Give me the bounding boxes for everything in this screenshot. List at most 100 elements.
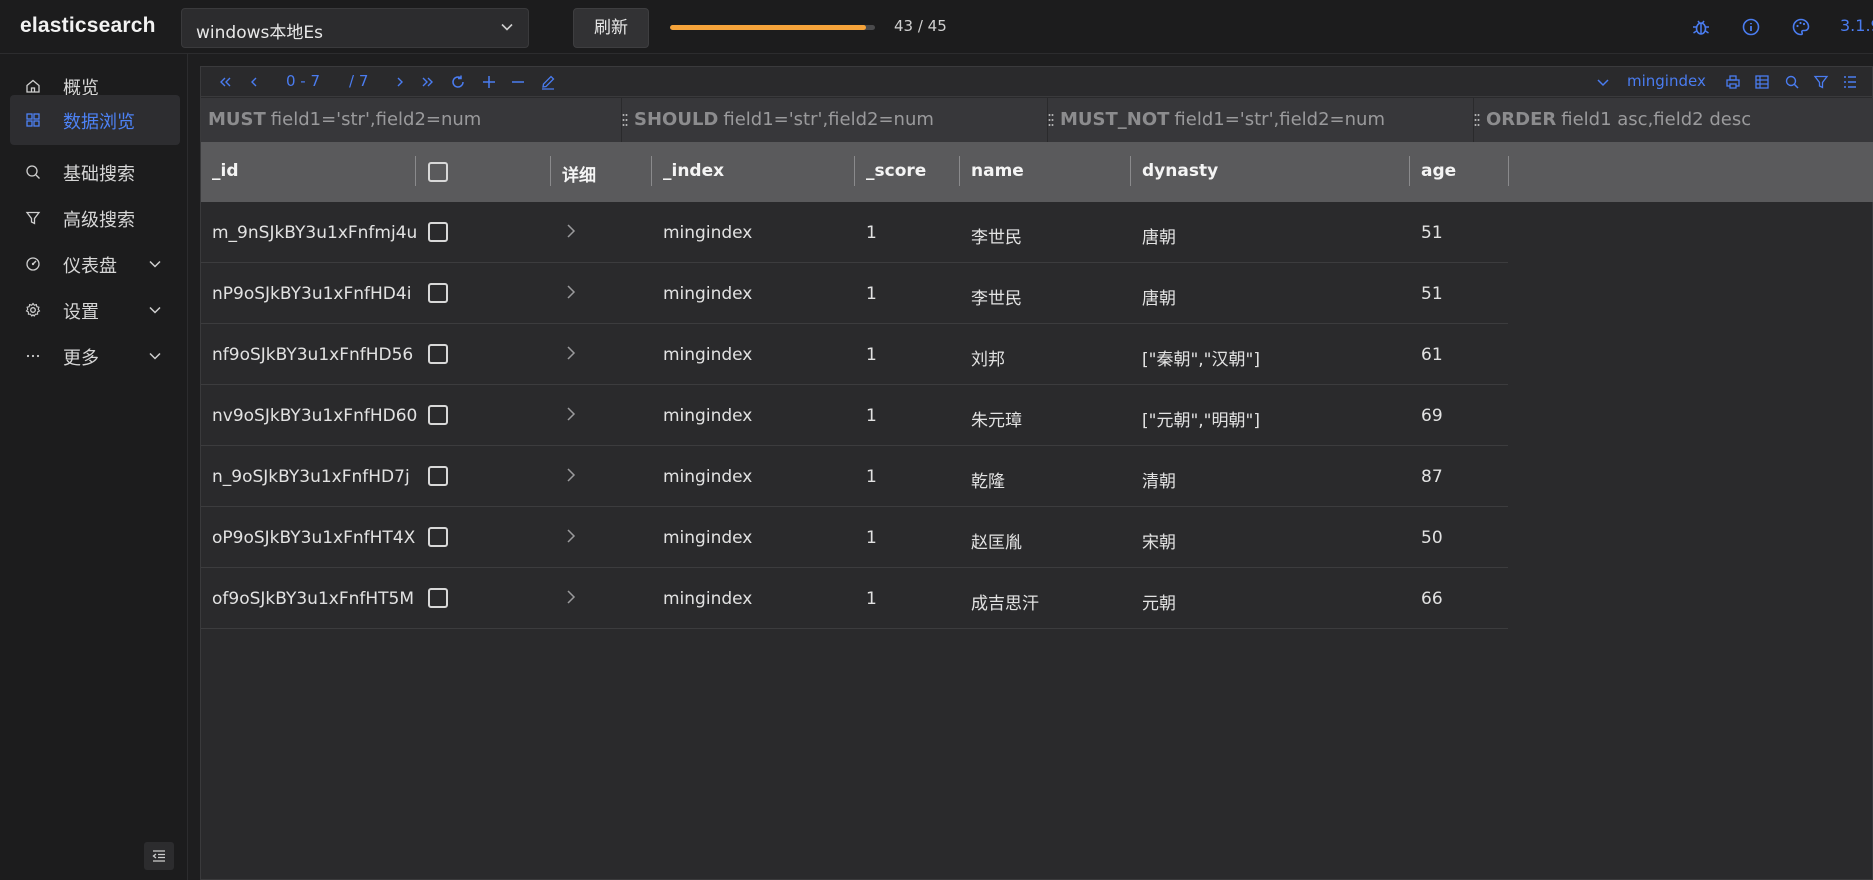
cell-name: 成吉思汗 <box>971 594 1039 614</box>
cell-select <box>416 385 551 445</box>
cell-detail[interactable] <box>551 324 652 384</box>
next-page-icon[interactable] <box>393 73 407 91</box>
chevron-right-icon[interactable] <box>564 589 578 605</box>
chevron-right-icon[interactable] <box>564 467 578 483</box>
column-header-age[interactable]: age <box>1410 142 1509 202</box>
chevron-down-icon <box>149 306 161 314</box>
table-row[interactable]: nf9oSJkBY3u1xFnfHD56 mingindex 1 刘邦 ["秦朝","汉… <box>201 324 1508 385</box>
column-header-index[interactable]: _index <box>652 142 855 202</box>
chevron-right-icon[interactable] <box>564 223 578 239</box>
edit-icon[interactable] <box>540 73 556 91</box>
cell-select <box>416 568 551 628</box>
chevron-down-icon[interactable] <box>1596 73 1610 91</box>
drag-handle-icon[interactable] <box>1474 113 1480 127</box>
order-keyword: ORDER <box>1486 109 1557 130</box>
search-icon[interactable] <box>1784 73 1800 91</box>
table-row[interactable]: n_9oSJkBY3u1xFnfHD7j mingindex 1 乾隆 清朝 87 <box>201 446 1508 507</box>
cell-detail[interactable] <box>551 568 652 628</box>
info-icon[interactable] <box>1740 16 1762 38</box>
remove-icon[interactable] <box>510 73 526 91</box>
drag-handle-icon[interactable] <box>622 113 628 127</box>
sidebar-item-more[interactable]: 更多 <box>10 331 180 381</box>
collapse-sidebar-button[interactable] <box>144 842 174 870</box>
sidebar-item-label: 设置 <box>63 302 99 323</box>
bug-icon[interactable] <box>1690 16 1712 38</box>
row-checkbox[interactable] <box>428 527 448 547</box>
page-total: / 7 <box>349 72 369 90</box>
last-page-icon[interactable] <box>420 73 436 91</box>
cell-detail[interactable] <box>551 202 652 262</box>
order-filter-input[interactable]: ORDER field1 asc,field2 desc <box>1474 98 1873 142</box>
column-header-label: name <box>971 161 1024 181</box>
cell-select <box>416 202 551 262</box>
cell-id: oP9oSJkBY3u1xFnfHT4X <box>212 528 416 548</box>
page-range[interactable]: 0 - 7 <box>286 72 320 90</box>
row-checkbox[interactable] <box>428 466 448 486</box>
drag-handle-icon[interactable] <box>1048 113 1054 127</box>
sidebar-item-dashboard[interactable]: 仪表盘 <box>10 239 180 289</box>
column-header-detail[interactable]: 详细 <box>551 142 652 202</box>
cell-detail[interactable] <box>551 263 652 323</box>
column-header-dynasty[interactable]: dynasty <box>1131 142 1410 202</box>
table-row[interactable]: of9oSJkBY3u1xFnfHT5M mingindex 1 成吉思汗 元朝 66 <box>201 568 1508 629</box>
cell-dynasty: 元朝 <box>1142 594 1176 614</box>
sidebar-item-advanced-search[interactable]: 高级搜索 <box>10 193 180 243</box>
table-row[interactable]: nP9oSJkBY3u1xFnfHD4i mingindex 1 李世民 唐朝 51 <box>201 263 1508 324</box>
column-header-name[interactable]: name <box>960 142 1131 202</box>
chevron-down-icon <box>149 352 161 360</box>
order-placeholder: field1 asc,field2 desc <box>1561 109 1752 130</box>
first-page-icon[interactable] <box>217 73 233 91</box>
column-header-select-all[interactable] <box>416 142 551 202</box>
version-label[interactable]: 3.1.9 <box>1840 16 1873 35</box>
row-checkbox[interactable] <box>428 283 448 303</box>
cell-age: 61 <box>1421 345 1443 365</box>
row-checkbox[interactable] <box>428 588 448 608</box>
table-header: _id 详细 _index _score name dynasty age <box>201 142 1873 202</box>
sidebar-item-basic-search[interactable]: 基础搜索 <box>10 147 180 197</box>
cell-score: 1 <box>866 284 877 304</box>
row-checkbox[interactable] <box>428 405 448 425</box>
print-icon[interactable] <box>1725 73 1741 91</box>
sidebar-item-settings[interactable]: 设置 <box>10 285 180 335</box>
sidebar-item-data-browse[interactable]: 数据浏览 <box>10 95 180 145</box>
table-row[interactable]: oP9oSJkBY3u1xFnfHT4X mingindex 1 赵匡胤 宋朝 50 <box>201 507 1508 568</box>
chevron-right-icon[interactable] <box>564 345 578 361</box>
cell-score: 1 <box>866 467 877 487</box>
sidebar-item-label: 基础搜索 <box>63 164 135 185</box>
column-header-label: age <box>1421 161 1457 181</box>
progress-bar <box>670 25 875 30</box>
must-not-filter-input[interactable]: MUST_NOT field1='str',field2=num <box>1048 98 1473 142</box>
index-select[interactable]: mingindex <box>1627 72 1706 90</box>
chevron-right-icon[interactable] <box>564 406 578 422</box>
palette-icon[interactable] <box>1790 16 1812 38</box>
row-checkbox[interactable] <box>428 222 448 242</box>
column-header-id[interactable]: _id <box>201 142 416 202</box>
chevron-right-icon[interactable] <box>564 284 578 300</box>
table-icon[interactable] <box>1754 73 1770 91</box>
row-checkbox[interactable] <box>428 344 448 364</box>
cell-detail[interactable] <box>551 385 652 445</box>
table-row[interactable]: m_9nSJkBY3u1xFnfmj4u mingindex 1 李世民 唐朝 51 <box>201 202 1508 263</box>
cell-index: mingindex <box>663 467 753 487</box>
sidebar-item-label: 更多 <box>63 348 99 369</box>
cell-name: 朱元璋 <box>971 411 1022 431</box>
cell-score: 1 <box>866 589 877 609</box>
table-row[interactable]: nv9oSJkBY3u1xFnfHD60 mingindex 1 朱元璋 ["元朝","… <box>201 385 1508 446</box>
should-filter-input[interactable]: SHOULD field1='str',field2=num <box>622 98 1047 142</box>
cell-id: n_9oSJkBY3u1xFnfHD7j <box>212 467 410 487</box>
chevron-down-icon <box>501 23 513 31</box>
column-header-score[interactable]: _score <box>855 142 960 202</box>
cell-detail[interactable] <box>551 446 652 506</box>
must-filter-input[interactable]: MUST field1='str',field2=num <box>201 98 621 142</box>
select-all-checkbox[interactable] <box>428 162 448 182</box>
cell-detail[interactable] <box>551 507 652 567</box>
chevron-right-icon[interactable] <box>564 528 578 544</box>
list-icon[interactable] <box>1842 73 1858 91</box>
prev-page-icon[interactable] <box>247 73 261 91</box>
cell-index: mingindex <box>663 528 753 548</box>
reload-icon[interactable] <box>450 73 466 91</box>
filter-icon[interactable] <box>1813 73 1829 91</box>
add-icon[interactable] <box>481 73 497 91</box>
connection-select[interactable]: windows本地Es <box>181 8 529 48</box>
refresh-button[interactable]: 刷新 <box>573 8 649 48</box>
